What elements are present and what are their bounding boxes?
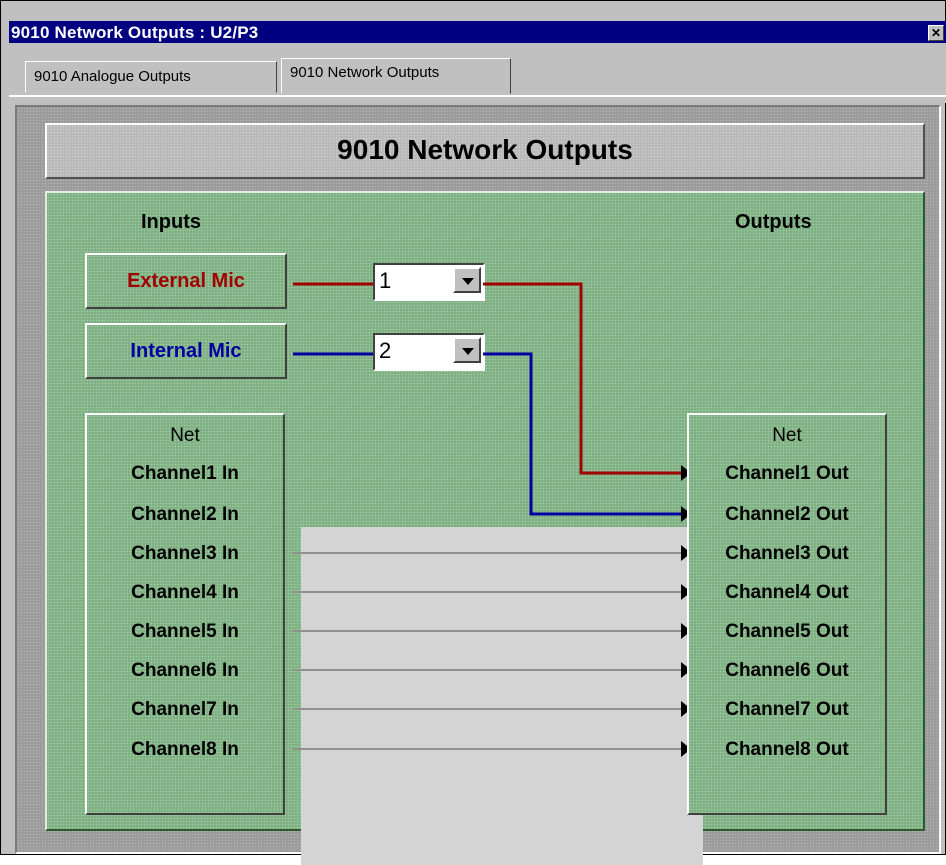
net-outputs-box: Net Channel1 Out Channel2 Out Channel3 O… xyxy=(687,413,887,815)
external-mic-wire-out xyxy=(483,282,685,475)
net-input-channel6[interactable]: Channel6 In xyxy=(87,660,283,682)
net-input-channel3[interactable]: Channel3 In xyxy=(87,543,283,565)
close-icon[interactable]: ✕ xyxy=(928,25,944,41)
net-input-channel5[interactable]: Channel5 In xyxy=(87,621,283,643)
net-outputs-header: Net xyxy=(772,425,802,446)
net-output-channel5[interactable]: Channel5 Out xyxy=(689,621,885,643)
net-input-channel2[interactable]: Channel2 In xyxy=(87,504,283,526)
net-inputs-header: Net xyxy=(170,425,200,446)
internal-mic-wire-out xyxy=(483,352,685,516)
tab-network-outputs[interactable]: 9010 Network Outputs xyxy=(281,58,511,94)
net-inputs-box: Net Channel1 In Channel2 In Channel3 In … xyxy=(85,413,285,815)
net-input-channel8[interactable]: Channel8 In xyxy=(87,739,283,761)
net-input-channel7[interactable]: Channel7 In xyxy=(87,699,283,721)
net-output-channel6[interactable]: Channel6 Out xyxy=(689,660,885,682)
window-title: 9010 Network Outputs : U2/P3 xyxy=(11,23,259,42)
net-input-channel4[interactable]: Channel4 In xyxy=(87,582,283,604)
net-output-channel4[interactable]: Channel4 Out xyxy=(689,582,885,604)
net-output-channel1[interactable]: Channel1 Out xyxy=(689,463,885,485)
net-output-channel8[interactable]: Channel8 Out xyxy=(689,739,885,761)
page-banner: 9010 Network Outputs xyxy=(45,123,925,179)
page-title: 9010 Network Outputs xyxy=(337,134,633,165)
tab-analogue-outputs[interactable]: 9010 Analogue Outputs xyxy=(25,61,277,93)
tab-strip: 9010 Analogue Outputs 9010 Network Outpu… xyxy=(9,43,946,103)
routing-panel: Inputs Outputs External Mic Internal Mic… xyxy=(45,191,925,865)
net-input-channel1[interactable]: Channel1 In xyxy=(87,463,283,485)
content-panel: 9010 Network Outputs Inputs Outputs Exte… xyxy=(15,105,941,865)
net-output-channel7[interactable]: Channel7 Out xyxy=(689,699,885,721)
network-outputs-window: 9010 Network Outputs : U2/P3 ✕ 9010 Anal… xyxy=(0,0,946,865)
title-bar[interactable]: 9010 Network Outputs : U2/P3 ✕ xyxy=(9,21,946,43)
tab-divider xyxy=(9,95,946,97)
net-output-channel3[interactable]: Channel3 Out xyxy=(689,543,885,565)
net-output-channel2[interactable]: Channel2 Out xyxy=(689,504,885,526)
